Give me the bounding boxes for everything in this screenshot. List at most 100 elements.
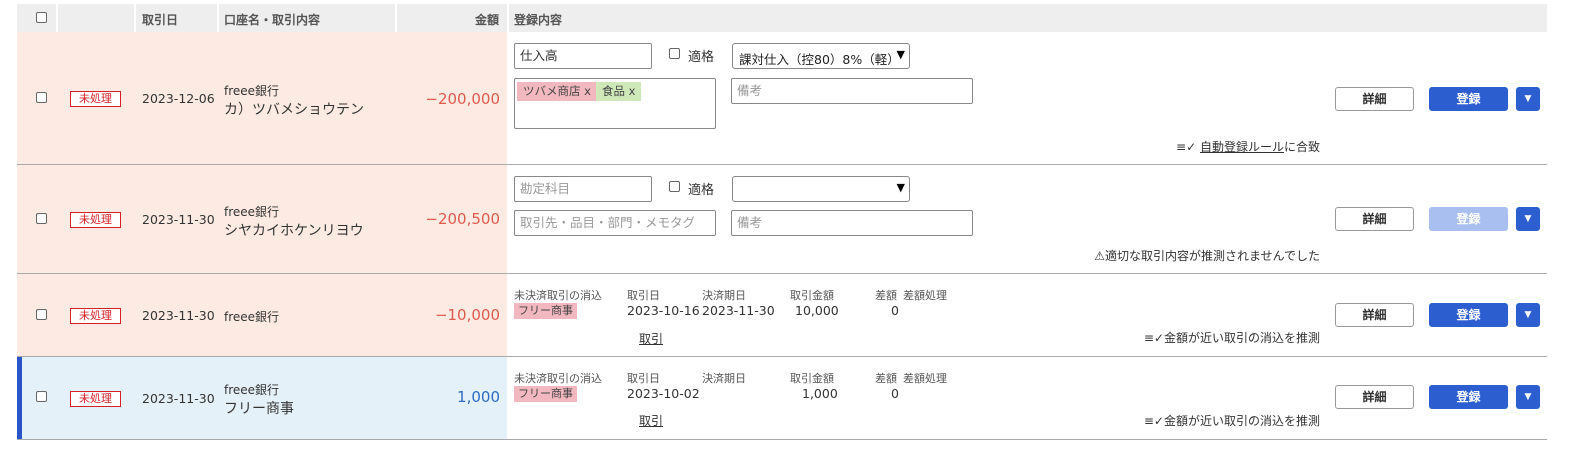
bank-name: freee銀行 <box>224 84 280 98</box>
amount: −10,000 <box>434 306 500 324</box>
no-suggestion-note: ⚠適切な取引内容が推測されませんでした <box>1094 247 1320 264</box>
col-amount: 取引金額 <box>790 372 834 385</box>
header-date: 取引日 <box>142 13 179 27</box>
partner-tag: フリー商事 <box>514 303 577 319</box>
chevron-down-icon: ▼ <box>896 48 905 61</box>
transactions-table: 取引日 口座名・取引内容 金額 登録内容 未処理 2023-12-06 free… <box>17 4 1547 440</box>
account-item-field[interactable]: 勘定科目 <box>514 176 652 202</box>
tax-select[interactable]: 課対仕入（控80）8%（軽） ▼ <box>732 43 910 69</box>
bank-name: freee銀行 <box>224 383 280 397</box>
register-button[interactable]: 登録 <box>1429 303 1508 327</box>
partner-tag[interactable]: ツバメ商店 x <box>517 82 597 101</box>
row-checkbox[interactable] <box>36 92 47 103</box>
eligible-checkbox[interactable] <box>669 48 680 59</box>
row-checkbox[interactable] <box>36 309 47 320</box>
header-registration: 登録内容 <box>514 13 563 27</box>
eligible-label: 適格 <box>688 50 715 65</box>
note-text: 金額が近い取引の消込を推測 <box>1163 331 1320 345</box>
amount: −200,000 <box>425 90 500 108</box>
register-dropdown-button[interactable]: ▼ <box>1516 207 1540 231</box>
row-checkbox[interactable] <box>36 391 47 402</box>
note-suffix: に合致 <box>1283 140 1320 154</box>
register-dropdown-button[interactable]: ▼ <box>1516 385 1540 409</box>
clear-label: 未決済取引の消込 <box>514 372 602 385</box>
tags-field[interactable]: 取引先・品目・部門・メモタグ <box>514 210 716 236</box>
auto-rule-note: ≡✓ 自動登録ルールに合致 <box>1176 138 1320 155</box>
suggestion-note: ≡✓金額が近い取引の消込を推測 <box>1144 412 1320 429</box>
diff-value: 0 <box>891 386 899 401</box>
col-diff: 差額 <box>875 289 897 302</box>
detail-button[interactable]: 詳細 <box>1335 87 1414 111</box>
status-badge: 未処理 <box>70 91 121 107</box>
register-button[interactable]: 登録 <box>1429 87 1508 111</box>
warning-icon: ⚠ <box>1094 249 1105 263</box>
due-date: 2023-11-30 <box>702 303 775 318</box>
status-badge: 未処理 <box>70 212 121 228</box>
register-button[interactable]: 登録 <box>1429 207 1508 231</box>
rule-icon: ≡✓ <box>1176 140 1197 154</box>
register-button[interactable]: 登録 <box>1429 385 1508 409</box>
memo-field[interactable]: 備考 <box>731 210 973 236</box>
col-date: 取引日 <box>627 372 660 385</box>
diff-value: 0 <box>891 303 899 318</box>
row-checkbox[interactable] <box>36 213 47 224</box>
txn-amount: 10,000 <box>795 303 839 318</box>
rule-icon: ≡✓ <box>1143 414 1164 428</box>
rule-icon: ≡✓ <box>1143 331 1164 345</box>
bank-name: freee銀行 <box>224 310 280 324</box>
col-due: 決済期日 <box>702 289 746 302</box>
register-dropdown-button[interactable]: ▼ <box>1516 87 1540 111</box>
detail-button[interactable]: 詳細 <box>1335 207 1414 231</box>
col-date: 取引日 <box>627 289 660 302</box>
selected-row-indicator <box>17 357 22 439</box>
detail-button[interactable]: 詳細 <box>1335 385 1414 409</box>
status-badge: 未処理 <box>70 391 121 407</box>
status-badge: 未処理 <box>70 308 121 324</box>
col-amount: 取引金額 <box>790 289 834 302</box>
transaction-date: 2023-11-30 <box>142 212 215 227</box>
eligible-label: 適格 <box>688 183 715 198</box>
transaction-date: 2023-12-06 <box>142 91 215 106</box>
tax-select-value: 課対仕入（控80）8%（軽） <box>739 52 900 67</box>
account-item-field[interactable]: 仕入高 <box>514 43 652 69</box>
tags-field[interactable]: ツバメ商店 x 食品 x <box>514 78 716 129</box>
table-row: 未処理 2023-12-06 freee銀行 カ）ツバメショウテン −200,0… <box>17 32 1547 165</box>
note-text: 適切な取引内容が推測されませんでした <box>1104 249 1320 263</box>
header-amount: 金額 <box>475 13 500 27</box>
table-header: 取引日 口座名・取引内容 金額 登録内容 <box>17 4 1547 32</box>
table-row: 未処理 2023-11-30 freee銀行 −10,000 未決済取引の消込 … <box>17 274 1547 357</box>
detail-button[interactable]: 詳細 <box>1335 303 1414 327</box>
txn-amount: 1,000 <box>802 386 838 401</box>
transaction-description: カ）ツバメショウテン <box>224 102 364 118</box>
eligible-checkbox[interactable] <box>669 181 680 192</box>
transaction-date: 2023-11-30 <box>142 308 215 323</box>
register-dropdown-button[interactable]: ▼ <box>1516 303 1540 327</box>
partner-tag: フリー商事 <box>514 386 577 402</box>
txn-date: 2023-10-02 <box>627 386 700 401</box>
amount: 1,000 <box>457 388 500 406</box>
header-account: 口座名・取引内容 <box>224 13 321 27</box>
note-text: 金額が近い取引の消込を推測 <box>1163 414 1320 428</box>
table-row: 未処理 2023-11-30 freee銀行 フリー商事 1,000 未決済取引… <box>17 357 1547 440</box>
txn-link[interactable]: 取引 <box>639 330 663 347</box>
clear-label: 未決済取引の消込 <box>514 289 602 302</box>
auto-rule-link[interactable]: 自動登録ルール <box>1200 140 1284 154</box>
select-all-checkbox[interactable] <box>36 12 47 23</box>
col-diff-proc: 差額処理 <box>903 289 947 302</box>
transaction-description: フリー商事 <box>224 401 294 417</box>
chevron-down-icon: ▼ <box>896 181 905 194</box>
memo-field[interactable]: 備考 <box>731 78 973 104</box>
txn-date: 2023-10-16 <box>627 303 700 318</box>
table-row: 未処理 2023-11-30 freee銀行 シヤカイホケンリヨウ −200,5… <box>17 165 1547 274</box>
transaction-description: シヤカイホケンリヨウ <box>224 223 364 239</box>
col-diff: 差額 <box>875 372 897 385</box>
suggestion-note: ≡✓金額が近い取引の消込を推測 <box>1144 329 1320 346</box>
item-tag[interactable]: 食品 x <box>596 82 642 101</box>
tax-select[interactable]: ▼ <box>732 176 910 202</box>
col-due: 決済期日 <box>702 372 746 385</box>
amount: −200,500 <box>425 210 500 228</box>
txn-link[interactable]: 取引 <box>639 412 663 429</box>
bank-name: freee銀行 <box>224 205 280 219</box>
transaction-date: 2023-11-30 <box>142 391 215 406</box>
col-diff-proc: 差額処理 <box>903 372 947 385</box>
